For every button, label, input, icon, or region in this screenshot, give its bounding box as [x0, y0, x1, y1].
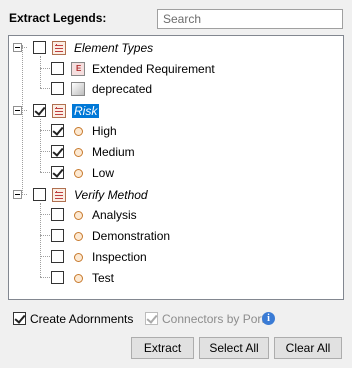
create-adornments-checkbox[interactable]	[13, 312, 26, 325]
tree-item-label: Demonstration	[92, 229, 171, 243]
tree-item-label: deprecated	[92, 82, 153, 96]
extract-legends-dialog: Extract Legends: Element Types E Exten	[0, 0, 352, 368]
tree-checkbox[interactable]	[33, 104, 46, 117]
circle-icon	[71, 250, 85, 264]
tree-item-inspection[interactable]: Inspection	[9, 247, 343, 267]
select-all-button[interactable]: Select All	[199, 337, 269, 359]
tree-group-risk[interactable]: Risk	[9, 101, 343, 121]
collapse-toggle[interactable]	[13, 43, 22, 52]
circle-icon	[71, 166, 85, 180]
tree-item-analysis[interactable]: Analysis	[9, 205, 343, 225]
info-icon[interactable]: i	[262, 312, 275, 325]
circle-icon	[71, 124, 85, 138]
tree-group-verify-method[interactable]: Verify Method	[9, 185, 343, 205]
tree-checkbox[interactable]	[51, 250, 64, 263]
connectors-by-ports-checkbox	[145, 312, 158, 325]
connectors-by-ports-label: Connectors by Ports	[162, 312, 271, 326]
tree-checkbox[interactable]	[51, 82, 64, 95]
tree-group-element-types[interactable]: Element Types	[9, 38, 343, 58]
tree-group-label: Element Types	[74, 41, 154, 55]
tree-item-demonstration[interactable]: Demonstration	[9, 226, 343, 246]
tree-item-low[interactable]: Low	[9, 163, 343, 183]
tree-item-label: Analysis	[92, 208, 137, 222]
requirement-icon: E	[71, 62, 85, 76]
legend-icon	[52, 104, 66, 118]
circle-icon	[71, 271, 85, 285]
tree-checkbox[interactable]	[51, 166, 64, 179]
deprecated-icon	[71, 82, 85, 96]
extract-button[interactable]: Extract	[131, 337, 194, 359]
tree-item-deprecated[interactable]: deprecated	[9, 79, 343, 99]
tree-item-extended-requirement[interactable]: E Extended Requirement	[9, 59, 343, 79]
tree-checkbox[interactable]	[51, 124, 64, 137]
circle-icon	[71, 208, 85, 222]
create-adornments-label: Create Adornments	[30, 312, 134, 326]
search-input[interactable]	[157, 9, 343, 29]
circle-icon	[71, 229, 85, 243]
legend-icon	[52, 41, 66, 55]
extract-legends-title: Extract Legends:	[9, 11, 107, 25]
tree-item-high[interactable]: High	[9, 121, 343, 141]
collapse-toggle[interactable]	[13, 190, 22, 199]
tree-item-label: Test	[92, 271, 115, 285]
tree-checkbox[interactable]	[51, 208, 64, 221]
tree-item-medium[interactable]: Medium	[9, 142, 343, 162]
tree-item-label: Medium	[92, 145, 135, 159]
tree-item-label: Extended Requirement	[92, 62, 215, 76]
tree-checkbox[interactable]	[33, 188, 46, 201]
requirement-icon-letter: E	[76, 64, 82, 73]
collapse-toggle[interactable]	[13, 106, 22, 115]
tree-checkbox[interactable]	[51, 145, 64, 158]
legend-icon	[52, 188, 66, 202]
tree-checkbox[interactable]	[51, 229, 64, 242]
clear-all-button[interactable]: Clear All	[274, 337, 342, 359]
tree-group-label: Risk	[72, 104, 100, 118]
tree-checkbox[interactable]	[51, 271, 64, 284]
tree-item-label: Low	[92, 166, 115, 180]
tree-item-label: High	[92, 124, 117, 138]
tree-checkbox[interactable]	[33, 41, 46, 54]
legend-tree[interactable]: Element Types E Extended Requirement dep…	[8, 35, 344, 300]
tree-group-label: Verify Method	[74, 188, 148, 202]
circle-icon	[71, 145, 85, 159]
tree-item-label: Inspection	[92, 250, 147, 264]
tree-checkbox[interactable]	[51, 62, 64, 75]
tree-item-test[interactable]: Test	[9, 268, 343, 288]
